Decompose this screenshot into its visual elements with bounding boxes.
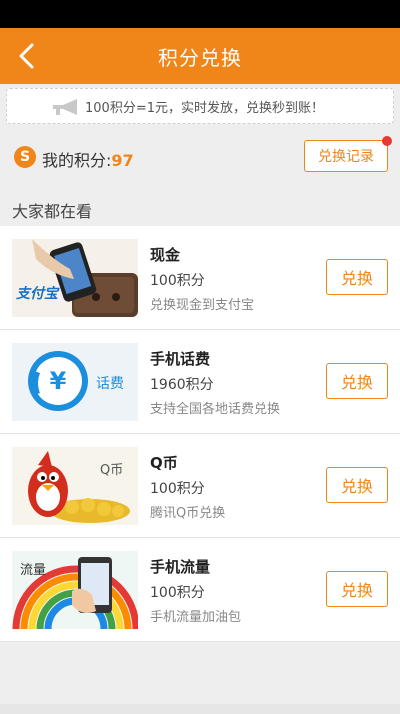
exchange-button[interactable]: 兑换 (326, 467, 388, 503)
thumb-text: 支付宝 (16, 286, 58, 302)
item-desc: 手机流量加油包 (150, 610, 242, 625)
exchange-button[interactable]: 兑换 (326, 259, 388, 295)
page-title: 积分兑换 (158, 45, 242, 70)
notice-banner: 100积分=1元，实时发放，兑换秒到账！ (6, 88, 394, 124)
my-points-text: 我的积分: (42, 151, 112, 170)
thumb-text: 流量 (20, 563, 47, 578)
thumb-text: Q币 (100, 463, 124, 478)
bottom-strip (0, 704, 400, 714)
exchange-record-button[interactable]: 兑换记录 (304, 140, 388, 172)
my-points-label: 我的积分:97 (42, 147, 134, 171)
item-desc: 支持全国各地话费兑换 (150, 402, 281, 417)
back-button[interactable] (6, 36, 46, 76)
item-cost: 100积分 (150, 273, 205, 289)
list-item[interactable]: 支付宝 现金 100积分 兑换现金到支付宝 兑换 (0, 226, 400, 330)
qcoin-thumbnail: Q币 (12, 447, 138, 525)
thumb-text: 话费 (96, 376, 124, 392)
alipay-image-icon (12, 239, 138, 317)
item-desc: 兑换现金到支付宝 (150, 298, 255, 313)
alipay-thumbnail: 支付宝 (12, 239, 138, 317)
section-title: 大家都在看 (12, 202, 93, 221)
notice-text: 100积分=1元，实时发放，兑换秒到账！ (85, 100, 324, 116)
list-item[interactable]: 流量 手机流量 100积分 手机流量加油包 兑换 (0, 538, 400, 642)
megaphone-icon (53, 99, 77, 115)
exchange-record-label: 兑换记录 (318, 149, 374, 165)
status-bar (0, 0, 400, 28)
list-item[interactable]: Q币 Q币 100积分 腾讯Q币兑换 兑换 (0, 434, 400, 538)
notification-dot (382, 136, 392, 146)
phone-bill-thumbnail: ¥ 话费 (12, 343, 138, 421)
item-cost: 100积分 (150, 585, 205, 601)
my-points-value: 97 (111, 151, 134, 170)
item-name: 手机话费 (150, 350, 211, 368)
item-name: Q币 (150, 454, 178, 472)
chevron-left-icon (19, 43, 34, 69)
exchange-button[interactable]: 兑换 (326, 571, 388, 607)
item-name: 现金 (150, 246, 181, 264)
points-logo-icon: S (14, 146, 36, 168)
svg-text:¥: ¥ (50, 367, 67, 395)
reward-list: 支付宝 现金 100积分 兑换现金到支付宝 兑换 ¥ 话费 手机话费 1960积… (0, 226, 400, 642)
item-desc: 腾讯Q币兑换 (150, 506, 226, 521)
list-item[interactable]: ¥ 话费 手机话费 1960积分 支持全国各地话费兑换 兑换 (0, 330, 400, 434)
exchange-button[interactable]: 兑换 (326, 363, 388, 399)
item-cost: 1960积分 (150, 377, 214, 393)
data-traffic-thumbnail: 流量 (12, 551, 138, 629)
top-nav-bar: 积分兑换 (0, 28, 400, 84)
item-name: 手机流量 (150, 558, 211, 576)
my-points-row: S 我的积分:97 兑换记录 (0, 136, 400, 176)
item-cost: 100积分 (150, 481, 205, 497)
